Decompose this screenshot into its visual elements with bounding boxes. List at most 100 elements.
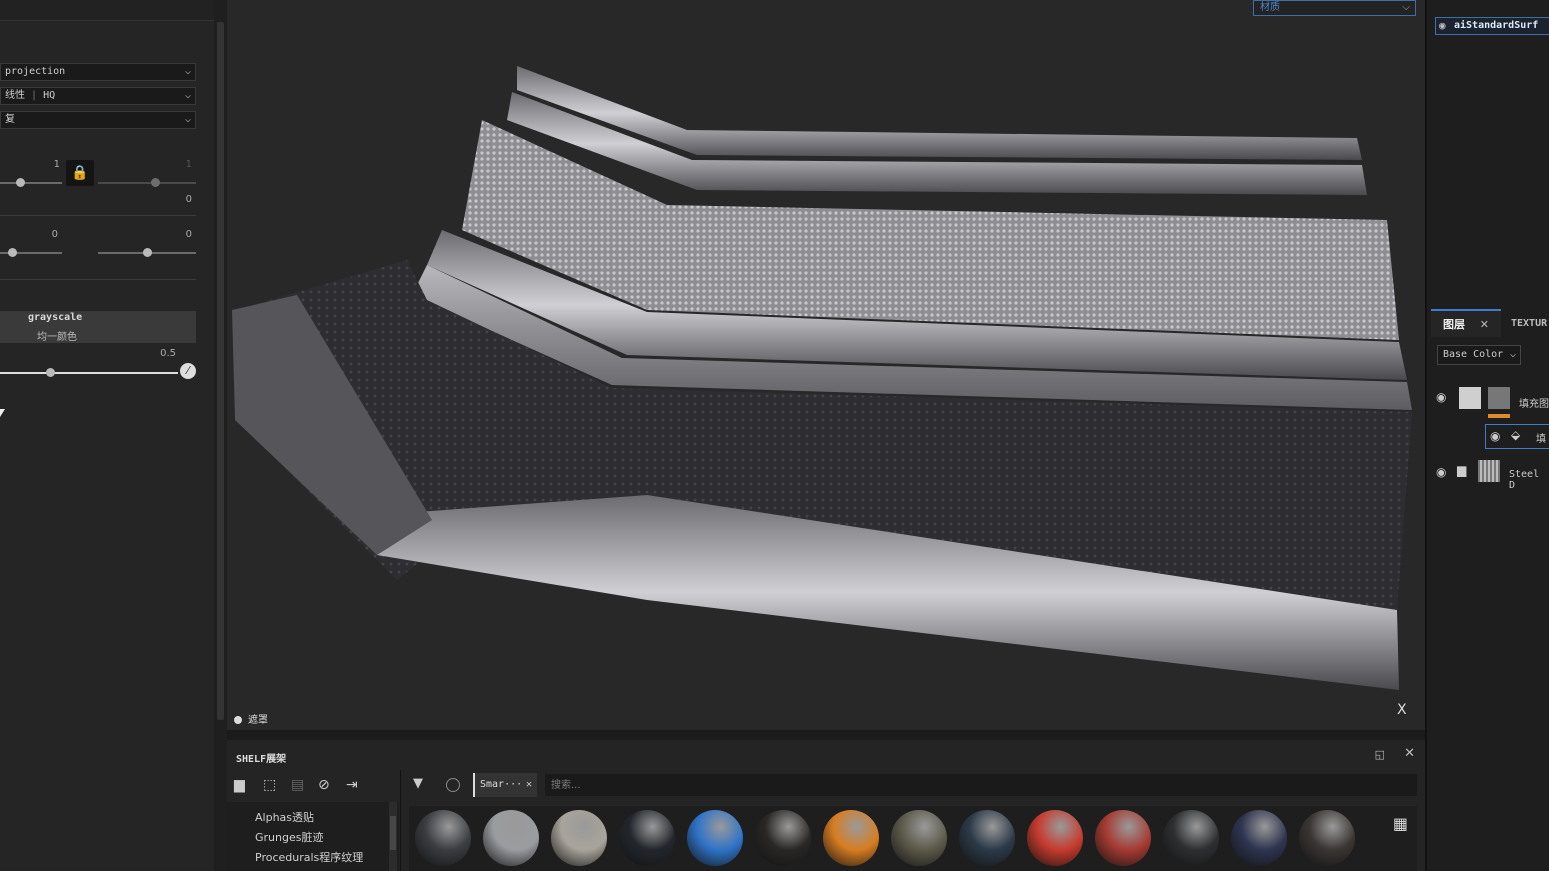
new-resource-icon[interactable]: ⬚: [263, 777, 276, 793]
sublayer-row[interactable]: ◉ ⬙ 填: [1485, 424, 1549, 449]
projection-dropdown-label: projection: [5, 66, 66, 77]
chevron-down-icon: ⌵: [184, 114, 191, 125]
rotation-left-value: 0: [51, 229, 58, 240]
save-icon[interactable]: ▤: [291, 777, 304, 793]
tab-texture-set[interactable]: TEXTUR: [1511, 311, 1547, 337]
right-panel: ◉ aiStandardSurf 图层 ✕ TEXTUR Base Color …: [1425, 0, 1549, 871]
shader-name: aiStandardSurf: [1454, 20, 1539, 31]
tiling-dropdown[interactable]: 复 ⌵: [0, 111, 196, 129]
material-preview-ball[interactable]: [823, 810, 879, 866]
grayscale-sub-label: 均一颜色: [37, 332, 77, 343]
material-preview-ball[interactable]: [891, 810, 947, 866]
axis-gizmo: X: [1397, 702, 1407, 718]
folder-icon: ▆: [1457, 463, 1467, 477]
eye-icon[interactable]: ◉: [1490, 429, 1500, 443]
lock-button[interactable]: 🔒: [66, 160, 94, 186]
properties-scrollbar[interactable]: [214, 0, 227, 871]
chevron-down-icon: ⌵: [1402, 2, 1410, 13]
grid-view-icon[interactable]: ▦: [1393, 814, 1408, 833]
offset-value: 0: [185, 194, 192, 205]
filter-chip-smart-materials[interactable]: Smar··· ✕: [473, 773, 537, 797]
divider: [400, 770, 401, 871]
properties-panel: projection ⌵ 线性 | HQ ⌵ 复 ⌵ 1 1 🔒 0 0 0 g…: [0, 0, 214, 871]
sublayer-name: 填: [1536, 434, 1546, 445]
grayscale-slider[interactable]: [0, 372, 178, 374]
scale-right-slider[interactable]: [98, 182, 196, 184]
mask-label: 遮罩: [248, 715, 268, 726]
list-item[interactable]: Grunges脏迹: [255, 829, 323, 845]
close-icon[interactable]: ✕: [1404, 746, 1415, 761]
material-dropdown[interactable]: 材质 ⌵: [1253, 0, 1416, 16]
maximize-icon[interactable]: ◱: [1375, 748, 1385, 761]
projection-dropdown[interactable]: projection ⌵: [0, 63, 196, 81]
material-preview-ball[interactable]: [619, 810, 675, 866]
shader-item[interactable]: ◉ aiStandardSurf: [1435, 17, 1549, 35]
chevron-down-icon: ⌵: [184, 90, 191, 101]
category-scrollbar[interactable]: [389, 802, 397, 871]
material-preview-ball[interactable]: [483, 810, 539, 866]
material-preview-ball[interactable]: [1095, 810, 1151, 866]
material-preview-ball[interactable]: [1163, 810, 1219, 866]
lock-icon: 🔒: [71, 165, 89, 181]
eye-icon[interactable]: ◉: [1439, 18, 1446, 34]
filtering-quality-label: HQ: [43, 90, 56, 101]
rotation-right-slider-handle[interactable]: [143, 248, 152, 257]
chevron-down-icon: ⌵: [184, 66, 191, 77]
hide-icon[interactable]: ⊘: [318, 777, 330, 793]
material-preview-ball[interactable]: [1231, 810, 1287, 866]
tab-layers[interactable]: 图层 ✕: [1431, 309, 1501, 337]
list-item[interactable]: Alphas透贴: [255, 809, 314, 825]
layer-thumbnail: [1459, 387, 1481, 409]
layer-name: Steel D: [1509, 469, 1540, 491]
material-preview-ball[interactable]: [551, 810, 607, 866]
mask-toggle[interactable]: 遮罩: [234, 711, 268, 726]
mouse-cursor-icon: [0, 409, 5, 417]
close-icon[interactable]: ✕: [526, 773, 532, 797]
material-preview-ball[interactable]: [959, 810, 1015, 866]
3d-viewport[interactable]: 材质 ⌵ 遮罩 X: [227, 0, 1425, 730]
channel-dropdown[interactable]: Base Color ⌵: [1437, 345, 1521, 365]
filtering-dropdown[interactable]: 线性 | HQ ⌵: [0, 87, 196, 105]
material-preview-ball[interactable]: [415, 810, 471, 866]
material-preview-ball[interactable]: [687, 810, 743, 866]
scale-left-slider[interactable]: [0, 182, 62, 184]
eye-icon[interactable]: ◉: [1436, 465, 1446, 479]
material-preview-ball[interactable]: [1299, 810, 1355, 866]
filter-chip-label: Smar···: [480, 779, 523, 790]
layer-thumbnail: [1478, 460, 1500, 482]
search-input[interactable]: [545, 774, 1417, 796]
color-picker-icon[interactable]: ⁄: [180, 363, 196, 379]
grayscale-slider-handle[interactable]: [46, 368, 55, 377]
material-preview-ball[interactable]: [1027, 810, 1083, 866]
panel-header: [0, 0, 214, 21]
filtering-mode-label: 线性: [5, 90, 25, 101]
scale-left-slider-handle[interactable]: [16, 178, 25, 187]
scale-right-slider-handle[interactable]: [151, 178, 160, 187]
eye-icon[interactable]: ◉: [1436, 390, 1446, 404]
divider: [0, 215, 196, 216]
layer-mask-thumbnail: [1488, 387, 1510, 409]
refresh-icon[interactable]: [446, 778, 460, 792]
mask-indicator: [1488, 414, 1510, 418]
filter-icon[interactable]: ▼: [413, 776, 423, 791]
axis-x-label: X: [1397, 702, 1407, 718]
panel-splitter[interactable]: [227, 730, 1425, 740]
scale-left-value: 1: [53, 159, 60, 170]
folder-icon[interactable]: ▆: [234, 777, 245, 793]
import-icon[interactable]: ⇥: [346, 777, 358, 793]
shelf-category-list: Alphas透贴 Grunges脏迹 Procedurals程序纹理: [227, 802, 399, 871]
rotation-left-slider-handle[interactable]: [8, 248, 17, 257]
material-preview-ball[interactable]: [755, 810, 811, 866]
close-icon[interactable]: ✕: [1480, 311, 1489, 339]
grayscale-value: 0.5: [160, 348, 176, 359]
grayscale-label: grayscale: [28, 312, 83, 323]
layer-name: 填充图: [1519, 399, 1549, 410]
material-preview-grid: [409, 806, 1417, 871]
scrollbar-thumb[interactable]: [217, 22, 224, 720]
tab-layers-label: 图层: [1443, 318, 1465, 331]
list-item[interactable]: Procedurals程序纹理: [255, 849, 363, 865]
scrollbar-thumb[interactable]: [390, 816, 396, 850]
chevron-down-icon: ⌵: [1509, 349, 1516, 360]
scale-right-value: 1: [185, 159, 192, 170]
grayscale-input[interactable]: grayscale 均一颜色: [0, 311, 196, 343]
